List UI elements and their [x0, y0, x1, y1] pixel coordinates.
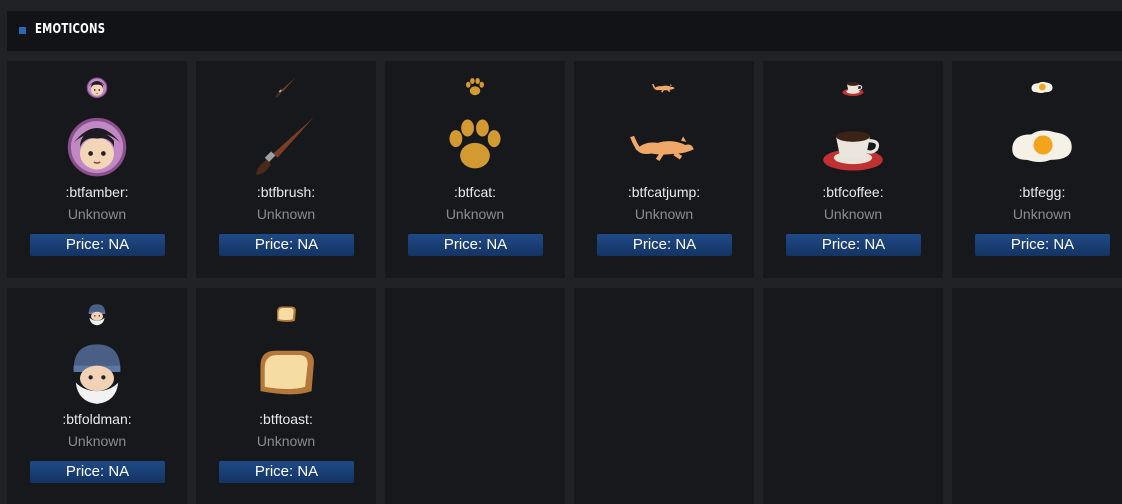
- emote-card-btfegg[interactable]: :btfegg: Unknown Price: NA: [952, 61, 1122, 278]
- amber-face-icon: [7, 111, 187, 179]
- emote-card-btfcoffee[interactable]: :btfcoffee: Unknown Price: NA: [763, 61, 943, 278]
- empty-card: [952, 288, 1122, 504]
- paintbrush-icon: [196, 111, 376, 179]
- price-button[interactable]: Price: NA: [30, 461, 165, 483]
- section-title: EMOTICONS: [35, 22, 106, 37]
- emote-status: Unknown: [67, 206, 127, 222]
- emote-status: Unknown: [67, 433, 127, 449]
- emote-card-btfcat[interactable]: :btfcat: Unknown Price: NA: [385, 61, 565, 278]
- empty-card: [574, 288, 754, 504]
- emote-status: Unknown: [634, 206, 694, 222]
- emote-code: :btfegg:: [1018, 184, 1066, 200]
- price-button[interactable]: Price: NA: [219, 234, 354, 256]
- toast-icon-small: [196, 302, 376, 326]
- section-header: EMOTICONS: [7, 11, 1122, 51]
- old-man-icon: [7, 338, 187, 406]
- paw-print-icon-small: [385, 75, 565, 99]
- emote-status: Unknown: [823, 206, 883, 222]
- emote-card-btfoldman[interactable]: :btfoldman: Unknown Price: NA: [7, 288, 187, 504]
- price-button[interactable]: Price: NA: [786, 234, 921, 256]
- emote-code: :btfcatjump:: [627, 184, 701, 200]
- emote-code: :btfbrush:: [256, 184, 316, 200]
- emote-card-btftoast[interactable]: :btftoast: Unknown Price: NA: [196, 288, 376, 504]
- jumping-cat-icon: [574, 111, 754, 179]
- emote-status: Unknown: [256, 433, 316, 449]
- emote-card-btfbrush[interactable]: :btfbrush: Unknown Price: NA: [196, 61, 376, 278]
- emote-status: Unknown: [256, 206, 316, 222]
- fried-egg-icon: [952, 111, 1122, 179]
- coffee-cup-icon: [763, 111, 943, 179]
- coffee-cup-icon-small: [763, 75, 943, 99]
- emote-code: :btfoldman:: [62, 411, 132, 427]
- emote-code: :btfamber:: [65, 184, 129, 200]
- old-man-icon-small: [7, 302, 187, 326]
- paw-print-icon: [385, 111, 565, 179]
- header-bullet: [19, 27, 26, 34]
- empty-card: [763, 288, 943, 504]
- emote-code: :btfcat:: [453, 184, 497, 200]
- paintbrush-icon-small: [196, 75, 376, 99]
- amber-face-icon-small: [7, 75, 187, 99]
- emote-status: Unknown: [1012, 206, 1072, 222]
- jumping-cat-icon-small: [574, 75, 754, 99]
- emote-card-btfamber[interactable]: :btfamber: Unknown Price: NA: [7, 61, 187, 278]
- emote-code: :btftoast:: [259, 411, 313, 427]
- price-button[interactable]: Price: NA: [219, 461, 354, 483]
- emote-card-btfcatjump[interactable]: :btfcatjump: Unknown Price: NA: [574, 61, 754, 278]
- price-button[interactable]: Price: NA: [408, 234, 543, 256]
- price-button[interactable]: Price: NA: [597, 234, 732, 256]
- emote-code: :btfcoffee:: [822, 184, 884, 200]
- emote-status: Unknown: [445, 206, 505, 222]
- price-button[interactable]: Price: NA: [975, 234, 1110, 256]
- price-button[interactable]: Price: NA: [30, 234, 165, 256]
- toast-icon: [196, 338, 376, 406]
- fried-egg-icon-small: [952, 75, 1122, 99]
- empty-card: [385, 288, 565, 504]
